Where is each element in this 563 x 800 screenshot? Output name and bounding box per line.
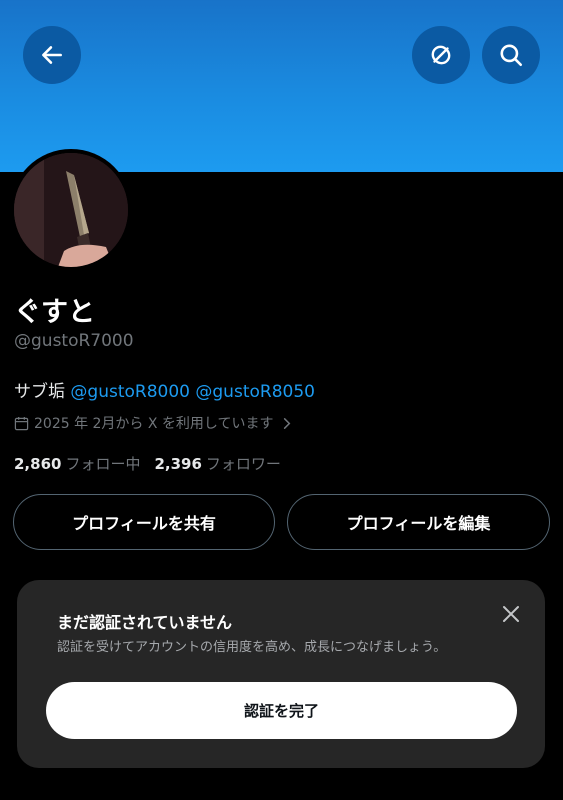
followers-label: フォロワー — [205, 455, 281, 473]
arrow-left-icon — [42, 46, 62, 64]
verification-title: まだ認証されていません — [57, 613, 233, 632]
edit-profile-button[interactable]: プロフィールを編集 — [287, 494, 550, 550]
profile-name: ぐすと — [14, 297, 95, 328]
followers-count: 2,396 — [154, 455, 202, 473]
close-icon[interactable] — [501, 604, 521, 624]
calendar-icon — [14, 416, 29, 430]
followers-link[interactable]: 2,396 フォロワー — [154, 455, 280, 473]
search-icon — [500, 44, 523, 67]
bio-mention-link[interactable]: @gustoR8050 — [195, 382, 315, 402]
chevron-right-icon — [283, 417, 290, 429]
follow-stats: 2,860 フォロー中 2,396 フォロワー — [14, 453, 281, 474]
profile-bio: サブ垢 @gustoR8000 @gustoR8050 — [14, 377, 315, 402]
share-profile-button[interactable]: プロフィールを共有 — [13, 494, 275, 550]
following-count: 2,860 — [14, 455, 62, 473]
profile-banner[interactable] — [0, 0, 563, 172]
following-label: フォロー中 — [65, 455, 141, 473]
joined-date[interactable]: 2025 年 2月から X を利用しています — [14, 413, 294, 433]
back-button[interactable] — [23, 26, 81, 84]
unlink-button[interactable] — [412, 26, 470, 84]
profile-handle: @gustoR7000 — [14, 331, 134, 351]
circle-slash-icon — [431, 45, 451, 65]
search-button[interactable] — [482, 26, 540, 84]
joined-text: 2025 年 2月から X を利用しています — [34, 416, 274, 432]
bio-mention-link[interactable]: @gustoR8000 — [70, 382, 190, 402]
verification-subtitle: 認証を受けてアカウントの信用度を高め、成長につなげましょう。 — [57, 640, 447, 655]
bio-text: サブ垢 — [14, 382, 65, 402]
complete-verification-button[interactable]: 認証を完了 — [46, 682, 517, 739]
verification-card: まだ認証されていません 認証を受けてアカウントの信用度を高め、成長につなげましょ… — [17, 580, 545, 768]
avatar-image — [14, 153, 128, 267]
following-link[interactable]: 2,860 フォロー中 — [14, 455, 140, 473]
avatar[interactable] — [10, 149, 132, 271]
